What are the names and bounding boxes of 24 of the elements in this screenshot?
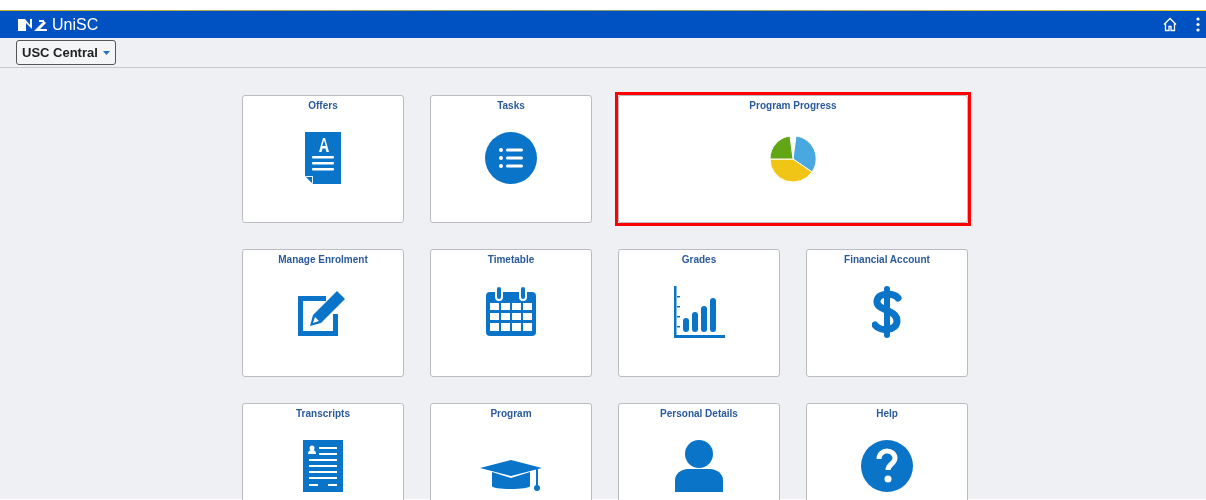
tile-title: Offers [308, 100, 338, 112]
app-tile[interactable]: Help [806, 403, 968, 500]
tile-title: Tasks [497, 100, 525, 112]
tile-title: Program [490, 408, 532, 420]
logo-text: UniSC [52, 16, 99, 33]
tile-title: Help [876, 408, 898, 420]
app-tile[interactable]: Manage Enrolment [242, 249, 404, 377]
site-dropdown[interactable]: USC Central [16, 40, 116, 65]
app-tile[interactable]: Financial Account [806, 249, 968, 377]
app-tile[interactable]: Offers [242, 95, 404, 223]
app-tile[interactable]: Tasks [430, 95, 592, 223]
tile-title: Timetable [487, 254, 535, 266]
tile-title: Personal Details [660, 408, 738, 420]
app-tile[interactable]: Program [430, 403, 592, 500]
app-tile[interactable]: Transcripts [242, 403, 404, 500]
tile-title: Financial Account [844, 254, 930, 266]
tile-title: Program Progress [749, 100, 837, 112]
app-tile[interactable]: Grades [618, 249, 780, 377]
tile-title: Grades [681, 254, 717, 266]
app-tile[interactable]: Personal Details [618, 403, 780, 500]
tile-title: Manage Enrolment [278, 254, 368, 266]
app-tile[interactable]: Timetable [430, 249, 592, 377]
tile-title: Transcripts [296, 408, 350, 420]
program-progress-tile[interactable]: Program Progress [618, 95, 968, 223]
